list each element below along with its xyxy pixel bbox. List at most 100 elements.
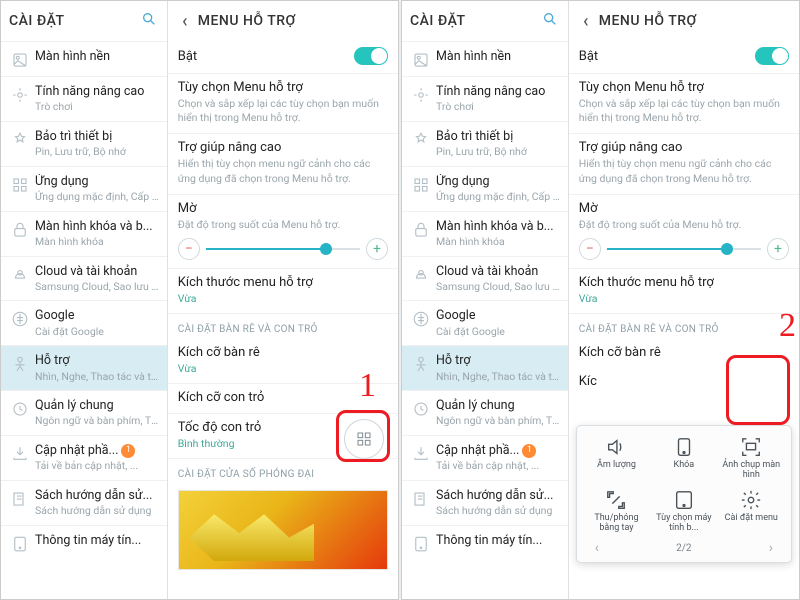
sidebar-item-2[interactable]: Bảo trì thiết bịPin, Lưu trữ, Bộ nhớ	[402, 121, 568, 166]
popup-zoom[interactable]: Thu/phóng bằng tay	[583, 485, 650, 538]
sidebar-item-3[interactable]: Ứng dụngỨng dụng mặc định, Cấp qu...	[1, 166, 167, 211]
popup-tablet[interactable]: Tùy chọn máy tính b...	[650, 485, 717, 538]
settings-title: CÀI ĐẶT	[408, 13, 538, 29]
sidebar-sub: Tải về bản cập nhật, ...	[436, 459, 562, 473]
sidebar-item-2[interactable]: Bảo trì thiết bịPin, Lưu trữ, Bộ nhớ	[1, 121, 167, 166]
sidebar-icon	[5, 353, 35, 373]
sidebar-item-6[interactable]: GoogleCài đặt Google	[1, 300, 167, 345]
sidebar-item-1[interactable]: Tính năng nâng caoTrò chơi	[1, 76, 167, 121]
plus-button[interactable]: +	[366, 238, 388, 260]
sidebar-title: Màn hình khóa và b...	[436, 219, 562, 235]
sidebar-item-10[interactable]: Sách hướng dẫn sử...Sách hướng dẫn sử dụ…	[402, 480, 568, 525]
sidebar-icon	[5, 308, 35, 328]
sidebar-icon	[5, 488, 35, 508]
sidebar-sub: Trò chơi	[436, 100, 562, 114]
sidebar-icon	[406, 488, 436, 508]
on-toggle[interactable]	[755, 47, 789, 65]
opacity-row[interactable]: Mờ Đặt độ trong suốt của Menu hỗ trợ. − …	[569, 195, 799, 269]
back-icon[interactable]: ‹	[575, 11, 597, 32]
row-sub: Hiển thị tùy chọn menu ngữ cảnh cho các …	[178, 157, 388, 185]
assistant-popup: Âm lượng Khóa Ảnh chụp màn hình Thu/phón…	[576, 425, 792, 563]
sidebar-sub: Nhìn, Nghe, Thao tác và tươ...	[436, 370, 562, 384]
popup-prev[interactable]: ‹	[595, 540, 599, 556]
opacity-slider[interactable]	[206, 248, 360, 250]
callout-number-2: 2	[779, 307, 796, 345]
sidebar-icon	[5, 264, 35, 284]
sidebar-item-1[interactable]: Tính năng nâng caoTrò chơi	[402, 76, 568, 121]
sidebar-sub: Nhìn, Nghe, Thao tác và tươ...	[35, 370, 161, 384]
sidebar-title: Tính năng nâng cao	[436, 84, 562, 100]
opacity-row[interactable]: Mờ Đặt độ trong suốt của Menu hỗ trợ. − …	[168, 195, 398, 269]
sidebar-item-8[interactable]: Quản lý chungNgôn ngữ và bàn phím, Thờ..…	[1, 390, 167, 435]
sidebar-item-11[interactable]: Thông tin máy tín...	[1, 525, 167, 560]
sidebar-title: Sách hướng dẫn sử...	[436, 488, 562, 504]
row-title: Tùy chọn Menu hỗ trợ	[178, 80, 388, 95]
sidebar-item-5[interactable]: Cloud và tài khoảnSamsung Cloud, Sao lưu…	[1, 256, 167, 301]
popup-settings[interactable]: Cài đặt menu	[718, 485, 785, 538]
search-icon[interactable]	[137, 11, 161, 31]
sidebar-sub: Pin, Lưu trữ, Bộ nhớ	[35, 145, 161, 159]
back-icon[interactable]: ‹	[174, 11, 196, 32]
sidebar-icon	[5, 49, 35, 69]
popup-page: 2/2	[676, 543, 691, 554]
sidebar-icon	[5, 84, 35, 104]
sidebar-icon	[406, 533, 436, 553]
sidebar-item-10[interactable]: Sách hướng dẫn sử...Sách hướng dẫn sử dụ…	[1, 480, 167, 525]
search-icon[interactable]	[538, 11, 562, 31]
popup-label: Khóa	[674, 461, 695, 471]
sidebar-sub: Trò chơi	[35, 100, 161, 114]
sidebar-icon	[406, 398, 436, 418]
popup-volume[interactable]: Âm lượng	[583, 432, 650, 485]
sidebar-sub: Tải về bản cập nhật, ...	[35, 459, 161, 473]
plus-button[interactable]: +	[767, 238, 789, 260]
popup-label: Ảnh chụp màn hình	[720, 461, 783, 481]
popup-screenshot[interactable]: Ảnh chụp màn hình	[718, 432, 785, 485]
help-row[interactable]: Trợ giúp nâng cao Hiển thị tùy chọn menu…	[168, 134, 398, 194]
sidebar-icon	[406, 264, 436, 284]
sidebar-item-7[interactable]: Hỗ trợNhìn, Nghe, Thao tác và tươ...	[1, 345, 167, 390]
update-badge: 1	[522, 444, 536, 458]
section-header-2: CÀI ĐẶT CỬA SỐ PHÓNG ĐẠI	[168, 459, 398, 484]
sidebar-item-6[interactable]: GoogleCài đặt Google	[402, 300, 568, 345]
size-row[interactable]: Kích thước menu hỗ trợ Vừa	[569, 269, 799, 314]
sidebar-item-11[interactable]: Thông tin máy tín...	[402, 525, 568, 560]
sidebar-icon	[5, 129, 35, 149]
popup-next[interactable]: ›	[769, 540, 773, 556]
settings-list: Màn hình nềnTính năng nâng caoTrò chơiBả…	[402, 41, 568, 599]
sidebar-title: Hỗ trợ	[35, 353, 161, 369]
on-label: Bật	[178, 49, 197, 64]
sidebar-item-0[interactable]: Màn hình nền	[402, 41, 568, 76]
row-title: Kích thước menu hỗ trợ	[178, 275, 388, 290]
option-menu-row[interactable]: Tùy chọn Menu hỗ trợ Chọn và sắp xếp lại…	[569, 74, 799, 134]
opacity-slider[interactable]	[607, 248, 761, 250]
sidebar-item-9[interactable]: Cập nhật phầ...1Tải về bản cập nhật, ...	[1, 435, 167, 480]
section-header: CÀI ĐẶT BÀN RÊ VÀ CON TRỎ	[569, 314, 799, 339]
menu-title: MENU HỖ TRỢ	[196, 13, 392, 29]
sidebar-sub: Ngôn ngữ và bàn phím, Thờ...	[35, 414, 161, 428]
sidebar-title: Quản lý chung	[35, 398, 161, 414]
option-menu-row[interactable]: Tùy chọn Menu hỗ trợ Chọn và sắp xếp lại…	[168, 74, 398, 134]
sidebar-item-4[interactable]: Màn hình khóa và b...Màn hình khóa	[402, 211, 568, 256]
sidebar-item-0[interactable]: Màn hình nền	[1, 41, 167, 76]
sidebar-item-9[interactable]: Cập nhật phầ...1Tải về bản cập nhật, ...	[402, 435, 568, 480]
callout-box-2	[726, 355, 790, 425]
help-row[interactable]: Trợ giúp nâng cao Hiển thị tùy chọn menu…	[569, 134, 799, 194]
sidebar-item-4[interactable]: Màn hình khóa và b...Màn hình khóa	[1, 211, 167, 256]
sidebar-icon	[406, 84, 436, 104]
sidebar-item-7[interactable]: Hỗ trợNhìn, Nghe, Thao tác và tươ...	[402, 345, 568, 390]
sidebar-title: Sách hướng dẫn sử...	[35, 488, 161, 504]
row-title: Kích cỡ con trỏ	[178, 390, 388, 405]
sidebar-sub: Cài đặt Google	[35, 325, 161, 339]
minus-button[interactable]: −	[579, 238, 601, 260]
on-toggle[interactable]	[354, 47, 388, 65]
size-row[interactable]: Kích thước menu hỗ trợ Vừa	[168, 269, 398, 314]
settings-title: CÀI ĐẶT	[7, 13, 137, 29]
popup-lock[interactable]: Khóa	[650, 432, 717, 485]
sidebar-sub: Cài đặt Google	[436, 325, 562, 339]
sidebar-title: Thông tin máy tín...	[436, 533, 562, 549]
minus-button[interactable]: −	[178, 238, 200, 260]
sidebar-sub: Sách hướng dẫn sử dụng	[436, 504, 562, 518]
sidebar-item-3[interactable]: Ứng dụngỨng dụng mặc định, Cấp qu...	[402, 166, 568, 211]
sidebar-item-5[interactable]: Cloud và tài khoảnSamsung Cloud, Sao lưu…	[402, 256, 568, 301]
sidebar-item-8[interactable]: Quản lý chungNgôn ngữ và bàn phím, Thờ..…	[402, 390, 568, 435]
